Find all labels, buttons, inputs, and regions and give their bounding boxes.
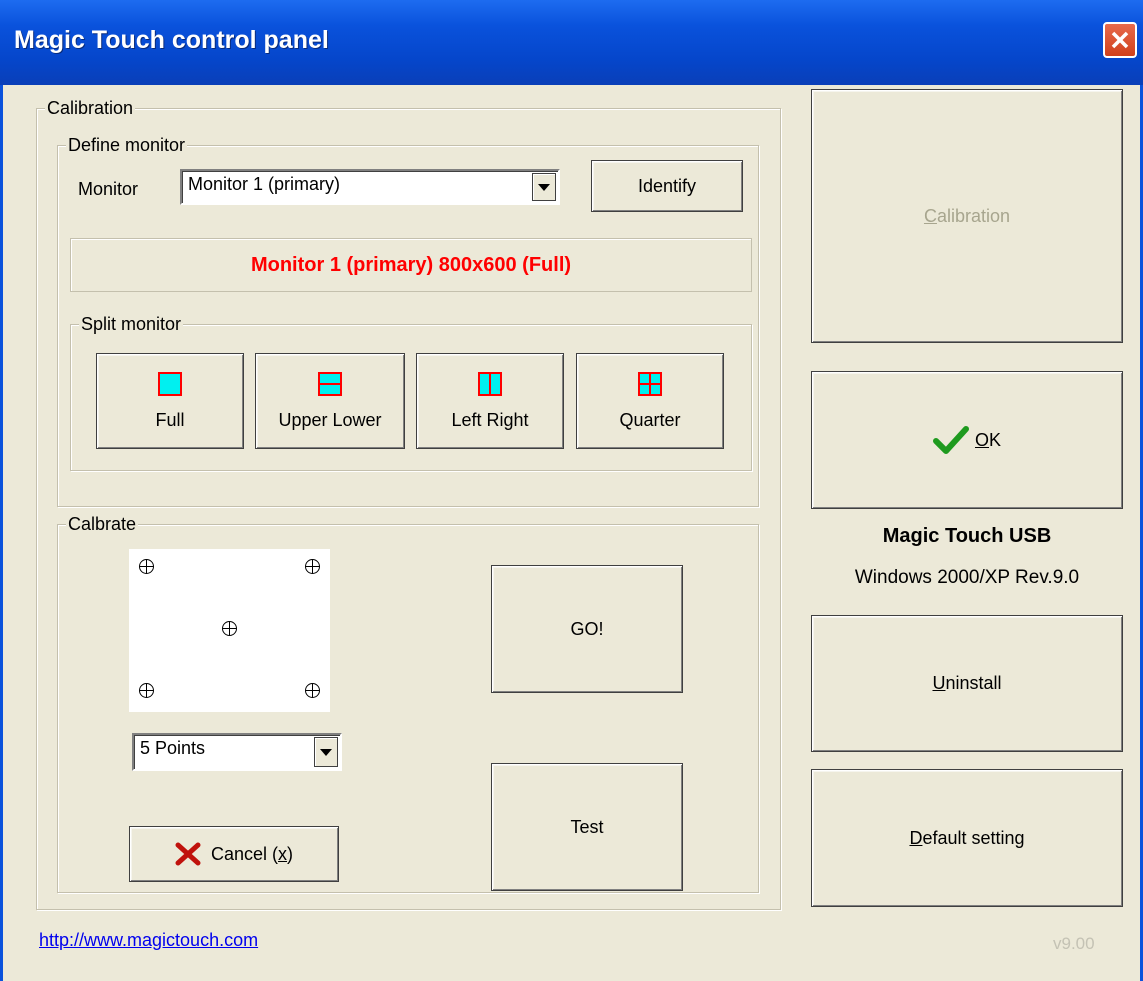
monitor-select[interactable]: Monitor 1 (primary): [180, 169, 560, 205]
red-x-icon: [175, 842, 201, 866]
split-full-button[interactable]: Full: [96, 353, 244, 449]
product-name: Magic Touch USB: [882, 525, 1052, 547]
ok-label: OK: [974, 429, 1002, 450]
chevron-down-icon: [538, 183, 550, 191]
calibration-legend: Calibration: [45, 98, 136, 118]
split-full-label: Full: [155, 409, 185, 430]
cancel-button[interactable]: Cancel (x): [129, 826, 339, 882]
split-monitor-group: Split monitor Full Upper Lower Left Righ…: [70, 314, 752, 471]
close-icon: [1111, 31, 1129, 49]
calibration-points-preview: [129, 549, 330, 712]
identify-button[interactable]: Identify: [591, 160, 743, 212]
monitor-status: Monitor 1 (primary) 800x600 (Full): [70, 238, 752, 292]
close-button[interactable]: [1103, 22, 1137, 58]
split-upper-lower-label: Upper Lower: [278, 409, 382, 430]
calibrate-group: Calbrate 5 Points Cancel (x) GO! Test: [57, 514, 759, 893]
points-select[interactable]: 5 Points: [132, 733, 342, 771]
product-platform: Windows 2000/XP Rev.9.0: [854, 567, 1080, 588]
default-setting-button[interactable]: Default setting: [811, 769, 1123, 907]
split-left-right-button[interactable]: Left Right: [416, 353, 564, 449]
split-left-right-label: Left Right: [451, 409, 529, 430]
crosshair-icon: [305, 559, 320, 574]
go-button[interactable]: GO!: [491, 565, 683, 693]
monitor-select-value: Monitor 1 (primary): [188, 174, 341, 194]
define-monitor-legend: Define monitor: [66, 135, 188, 155]
split-upper-lower-icon: [318, 371, 342, 396]
crosshair-icon: [139, 683, 154, 698]
calibration-button-label: Calibration: [923, 205, 1011, 226]
crosshair-icon: [139, 559, 154, 574]
crosshair-icon: [305, 683, 320, 698]
split-full-icon: [157, 371, 182, 396]
calibration-group: Calibration Define monitor Monitor Monit…: [36, 98, 781, 910]
uninstall-label: Uninstall: [932, 673, 1002, 693]
crosshair-icon: [222, 621, 237, 636]
points-select-arrow[interactable]: [314, 737, 338, 767]
ok-button[interactable]: OK: [811, 371, 1123, 509]
window-title: Magic Touch control panel: [14, 26, 329, 54]
default-setting-label: Default setting: [909, 827, 1025, 848]
split-quarter-label: Quarter: [619, 409, 681, 430]
define-monitor-group: Define monitor Monitor Monitor 1 (primar…: [57, 135, 759, 507]
checkmark-icon: [932, 426, 969, 454]
cancel-label: Cancel (x): [210, 843, 294, 864]
calibrate-legend: Calbrate: [66, 514, 139, 534]
monitor-label: Monitor: [78, 179, 139, 199]
version-label: v9.00: [1053, 934, 1095, 953]
title-bar: Magic Touch control panel: [0, 0, 1143, 85]
test-button[interactable]: Test: [491, 763, 683, 891]
monitor-select-arrow[interactable]: [532, 173, 556, 201]
split-monitor-legend: Split monitor: [79, 314, 184, 334]
window-body: Calibration Define monitor Monitor Monit…: [0, 85, 1143, 981]
split-left-right-icon: [477, 371, 502, 396]
uninstall-button[interactable]: Uninstall: [811, 615, 1123, 752]
split-upper-lower-button[interactable]: Upper Lower: [255, 353, 405, 449]
points-select-value: 5 Points: [140, 738, 206, 758]
calibration-button[interactable]: Calibration: [811, 89, 1123, 343]
chevron-down-icon: [320, 748, 332, 756]
split-quarter-button[interactable]: Quarter: [576, 353, 724, 449]
split-quarter-icon: [638, 371, 662, 396]
website-link[interactable]: http://www.magictouch.com: [39, 930, 258, 951]
